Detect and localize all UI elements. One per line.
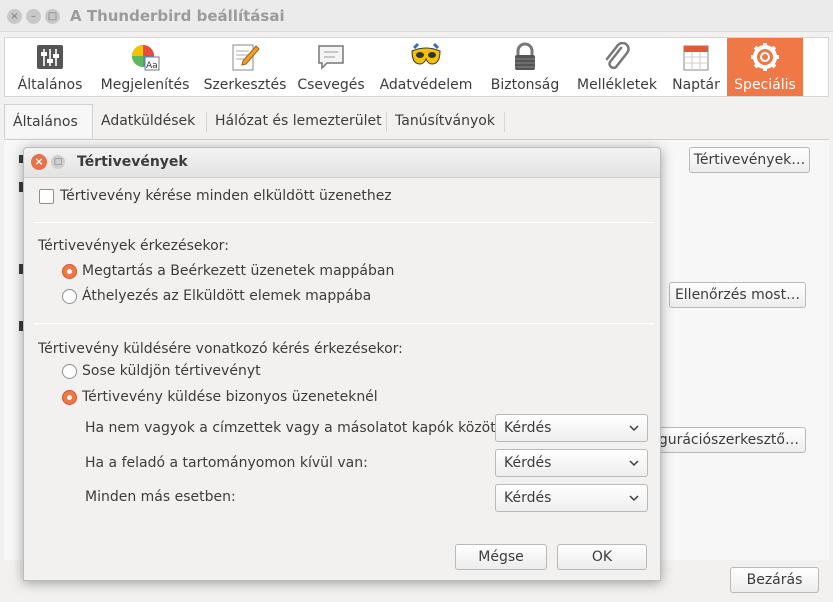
toolbar-item-label: Csevegés [297, 77, 365, 93]
toolbar-item-chat[interactable]: Csevegés [295, 38, 367, 96]
check-now-button[interactable]: Ellenőrzés most… [669, 282, 806, 308]
return-receipts-dialog: × □ Tértivevények Tértivevény kérése min… [23, 147, 661, 581]
separator [34, 323, 654, 324]
chat-icon [318, 45, 344, 70]
toolbar-item-label: Adatvédelem [379, 77, 473, 93]
toolbar-item-label: Mellékletek [577, 77, 657, 93]
toolbar-item-label: Megjelenítés [100, 77, 190, 93]
window-titlebar: × – □ A Thunderbird beállításai [0, 0, 833, 32]
dialog-maximize-button[interactable]: □ [51, 155, 65, 169]
toolbar-item-label: Biztonság [490, 77, 560, 93]
sliders-icon [37, 45, 63, 69]
receipts-button[interactable]: Tértivevények… [689, 147, 810, 173]
tab-separator [504, 112, 505, 132]
toolbar-item-composition[interactable]: Szerkesztés [199, 38, 291, 96]
never-send-label[interactable]: Sose küldjön tértivevényt [82, 363, 261, 379]
keep-in-inbox-radio[interactable] [62, 264, 77, 279]
dialog-close-button[interactable]: × [31, 154, 47, 170]
gear-icon [751, 43, 779, 71]
toolbar-item-security[interactable]: Biztonság [483, 38, 567, 96]
outside-domain-select[interactable]: Kérdés [495, 449, 648, 477]
ok-button[interactable]: OK [557, 544, 647, 570]
send-for-some-radio[interactable] [62, 390, 77, 405]
calendar-icon [683, 45, 709, 71]
request-heading: Tértivevény küldésére vonatkozó kérés ér… [38, 341, 403, 357]
dialog-titlebar: × □ Tértivevények [24, 148, 660, 178]
move-to-sent-radio[interactable] [62, 289, 77, 304]
tab-network-disk-space[interactable]: Hálózat és lemezterület [207, 104, 390, 138]
window-minimize-button[interactable]: – [26, 9, 41, 24]
lock-icon [515, 42, 535, 70]
chevron-down-icon [629, 460, 639, 467]
tab-general[interactable]: Általános [4, 104, 93, 138]
not-recipient-select[interactable]: Kérdés [495, 414, 648, 442]
all-other-label: Minden más esetben: [85, 489, 236, 505]
outside-domain-label: Ha a feladó a tartományomon kívül van: [85, 455, 368, 471]
toolbar-item-display[interactable]: Aa Megjelenítés [95, 38, 195, 96]
preferences-toolbar: Általános Aa Megjelenítés Szerkesztés Cs… [4, 37, 829, 97]
request-all-label[interactable]: Tértivevény kérése minden elküldött üzen… [60, 188, 392, 204]
toolbar-item-label: Szerkesztés [203, 77, 287, 93]
toolbar-item-label: Általános [17, 77, 83, 93]
keep-in-inbox-label[interactable]: Megtartás a Beérkezett üzenetek mappában [82, 263, 394, 279]
all-other-select[interactable]: Kérdés [495, 484, 648, 512]
select-value: Kérdés [504, 490, 552, 506]
window-title: A Thunderbird beállításai [70, 7, 285, 25]
paperclip-icon [605, 42, 630, 70]
window-close-button[interactable]: × [7, 9, 22, 24]
move-to-sent-label[interactable]: Áthelyezés az Elküldött elemek mappába [82, 288, 371, 304]
not-recipient-label: Ha nem vagyok a címzettek vagy a másolat… [85, 420, 506, 436]
toolbar-item-advanced[interactable]: Speciális [727, 38, 803, 96]
svg-text:Aa: Aa [146, 61, 158, 71]
never-send-radio[interactable] [62, 364, 77, 379]
toolbar-item-calendar[interactable]: Naptár [667, 38, 725, 96]
dialog-title: Tértivevények [77, 154, 188, 170]
palette-icon: Aa [132, 45, 160, 71]
toolbar-item-attachments[interactable]: Mellékletek [571, 38, 663, 96]
separator [34, 222, 654, 223]
select-value: Kérdés [504, 455, 552, 471]
tab-data-choices[interactable]: Adatküldések [93, 104, 203, 138]
toolbar-item-privacy[interactable]: Adatvédelem [373, 38, 479, 96]
request-all-checkbox[interactable] [39, 189, 54, 204]
close-button[interactable]: Bezárás [730, 567, 819, 593]
toolbar-item-label: Naptár [672, 77, 720, 93]
select-value: Kérdés [504, 420, 552, 436]
tab-certificates[interactable]: Tanúsítványok [387, 104, 503, 138]
cancel-button[interactable]: Mégse [455, 544, 547, 570]
arrival-heading: Tértivevények érkezésekor: [38, 238, 229, 254]
pencil-icon [232, 44, 260, 71]
window-maximize-button[interactable]: □ [45, 9, 60, 24]
mask-icon [411, 42, 441, 65]
config-editor-button[interactable]: gurációszerkesztő… [655, 427, 806, 453]
chevron-down-icon [629, 425, 639, 432]
toolbar-item-label: Speciális [734, 77, 796, 93]
toolbar-item-general[interactable]: Általános [9, 38, 91, 96]
chevron-down-icon [629, 495, 639, 502]
send-for-some-label[interactable]: Tértivevény küldése bizonyos üzeneteknél [82, 389, 378, 405]
